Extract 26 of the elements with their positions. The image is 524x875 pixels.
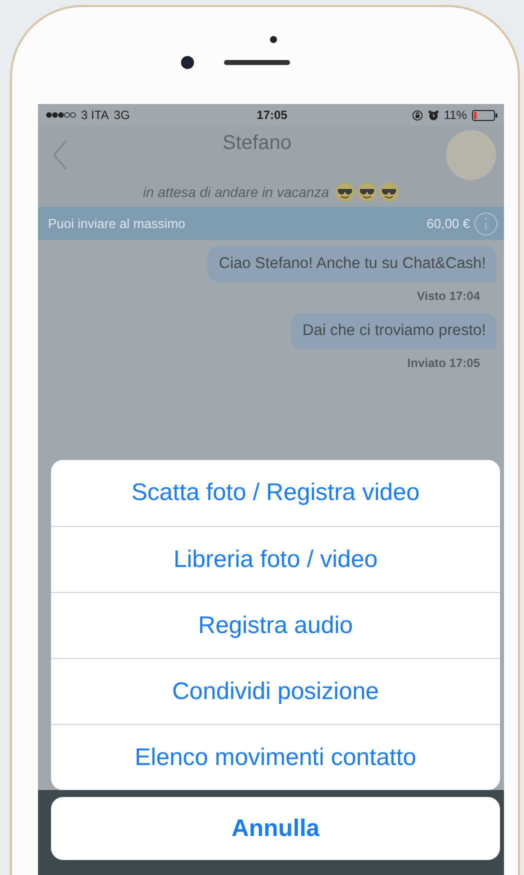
front-camera xyxy=(180,56,194,69)
rotation-lock-icon xyxy=(412,110,423,120)
message-status: Visto 17:04 xyxy=(416,289,480,303)
clock-time: 17:05 xyxy=(256,108,288,122)
back-button[interactable] xyxy=(52,140,68,170)
battery-icon xyxy=(472,110,498,120)
sensor-dot xyxy=(270,36,276,43)
sunglasses-face-icon xyxy=(357,182,377,202)
signal-icon xyxy=(46,111,76,119)
message-bubble: Ciao Stefano! Anche tu su Chat&Cash! xyxy=(206,246,496,282)
info-button[interactable] xyxy=(474,212,498,236)
alarm-clock-icon xyxy=(428,110,439,120)
sunglasses-face-icon xyxy=(379,182,399,202)
limit-amount: 60,00 € xyxy=(426,216,470,231)
carrier-name: 3 ITA xyxy=(81,108,109,122)
contact-status: in attesa di andare in vacanza xyxy=(142,184,329,200)
limit-label: Puoi inviare al massimo xyxy=(48,216,186,231)
speaker-slot xyxy=(224,60,290,65)
cancel-button[interactable]: Annulla xyxy=(51,797,500,860)
action-option[interactable]: Elenco movimenti contatto xyxy=(51,724,500,790)
message-bubble: Dai che ci troviamo presto! xyxy=(290,313,496,349)
network-type: 3G xyxy=(114,108,130,122)
contact-name: Stefano xyxy=(222,132,292,155)
message-status: Inviato 17:05 xyxy=(407,356,480,370)
sunglasses-face-icon xyxy=(335,182,355,202)
battery-percent: 11% xyxy=(444,108,467,122)
